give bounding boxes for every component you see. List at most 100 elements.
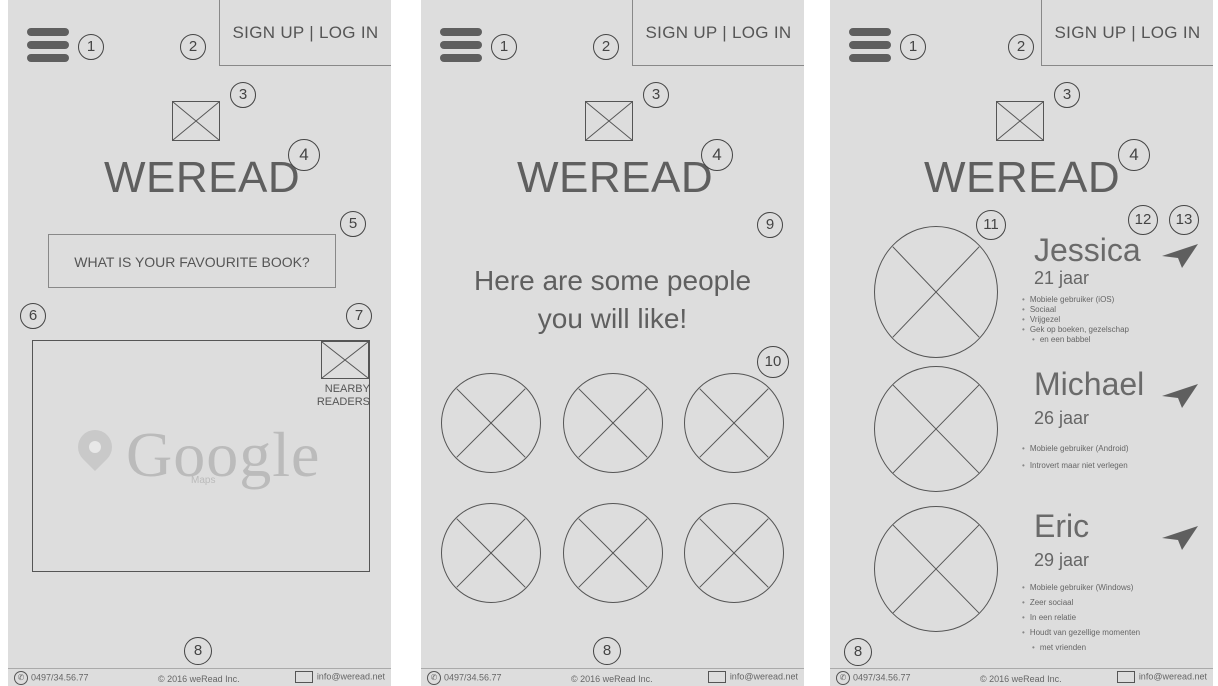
annotation-5: 5	[340, 211, 366, 237]
person-traits: Mobiele gebruiker (Windows) Zeer sociaal…	[1022, 580, 1140, 655]
annotation-2: 2	[593, 34, 619, 60]
annotation-4: 4	[288, 139, 320, 171]
nearby-readers-label[interactable]: NEARBY READERS	[308, 383, 370, 409]
phone-icon: ✆	[427, 671, 441, 685]
person-age: 21 jaar	[1034, 268, 1090, 288]
screen-matches: 1 2 SIGN UP | LOG IN 3 WEREAD 4 11 12 13…	[830, 0, 1213, 686]
profile-avatar-2[interactable]	[563, 373, 663, 473]
signup-login-button[interactable]: SIGN UP | LOG IN	[632, 0, 804, 66]
footer-phone[interactable]: ✆ 0497/34.56.77	[836, 671, 911, 685]
trait-item: en een babbel	[1022, 335, 1129, 345]
annotation-6: 6	[20, 303, 46, 329]
screen-suggestions: 1 2 SIGN UP | LOG IN 3 WEREAD 4 9 Here a…	[421, 0, 804, 686]
person-name[interactable]: Jessica	[1034, 232, 1141, 269]
footer-copyright: © 2016 weRead Inc.	[571, 674, 653, 684]
annotation-4: 4	[701, 139, 733, 171]
trait-item: Mobiele gebruiker (Windows)	[1022, 580, 1140, 595]
phone-icon: ✆	[14, 671, 28, 685]
image-placeholder-icon	[996, 101, 1044, 141]
person-name[interactable]: Michael	[1034, 366, 1144, 403]
annotation-4: 4	[1118, 139, 1150, 171]
footer-phone[interactable]: ✆ 0497/34.56.77	[427, 671, 502, 685]
trait-item: In een relatie	[1022, 610, 1140, 625]
footer: ✆ 0497/34.56.77 © 2016 weRead Inc. info@w…	[8, 668, 391, 686]
annotation-2: 2	[180, 34, 206, 60]
person-traits: Mobiele gebruiker (iOS) Sociaal Vrijgeze…	[1022, 295, 1129, 345]
annotation-3: 3	[230, 82, 256, 108]
trait-item: Mobiele gebruiker (Android)	[1022, 440, 1129, 457]
logo-text: WEREAD	[104, 153, 301, 202]
signup-login-button[interactable]: SIGN UP | LOG IN	[1041, 0, 1213, 66]
send-icon[interactable]	[1162, 384, 1198, 408]
annotation-13: 13	[1169, 205, 1199, 235]
annotation-7: 7	[346, 303, 372, 329]
annotation-10: 10	[757, 346, 789, 378]
nearby-label-line1: NEARBY	[324, 383, 370, 395]
trait-item: met vrienden	[1022, 640, 1140, 655]
footer-phone-text: 0497/34.56.77	[444, 672, 502, 683]
nearby-label-line2: READERS	[316, 396, 370, 408]
profile-avatar-3[interactable]	[684, 373, 784, 473]
footer: ✆ 0497/34.56.77 © 2016 weRead Inc. info@w…	[830, 668, 1213, 686]
profile-avatar-6[interactable]	[684, 503, 784, 603]
image-placeholder-icon	[585, 101, 633, 141]
send-icon[interactable]	[1162, 244, 1198, 268]
person-avatar-eric[interactable]	[874, 506, 998, 632]
footer-phone-text: 0497/34.56.77	[31, 672, 89, 683]
annotation-1: 1	[78, 34, 104, 60]
profile-avatar-4[interactable]	[441, 503, 541, 603]
mail-icon	[294, 671, 313, 683]
annotation-8: 8	[844, 638, 872, 666]
footer-email[interactable]: info@weread.net	[294, 671, 385, 683]
trait-item: Gek op boeken, gezelschap	[1022, 325, 1129, 335]
annotation-1: 1	[491, 34, 517, 60]
annotation-11: 11	[976, 210, 1006, 240]
trait-item: Mobiele gebruiker (iOS)	[1022, 295, 1129, 305]
person-traits: Mobiele gebruiker (Android) Introvert ma…	[1022, 440, 1129, 474]
trait-item: Introvert maar niet verlegen	[1022, 457, 1129, 474]
logo-text: WEREAD	[517, 153, 714, 202]
person-name[interactable]: Eric	[1034, 508, 1089, 545]
map-brand-text: Google	[126, 419, 321, 490]
annotation-3: 3	[643, 82, 669, 108]
footer: ✆ 0497/34.56.77 © 2016 weRead Inc. info@w…	[421, 668, 804, 686]
footer-email[interactable]: info@weread.net	[707, 671, 798, 683]
mail-icon	[1116, 671, 1135, 683]
footer-copyright: © 2016 weRead Inc.	[158, 674, 240, 684]
headline-line2: you will like!	[537, 303, 688, 334]
footer-copyright: © 2016 weRead Inc.	[980, 674, 1062, 684]
image-placeholder-icon	[172, 101, 220, 141]
footer-email-text: info@weread.net	[316, 671, 385, 682]
annotation-9: 9	[757, 212, 783, 238]
trait-item: Zeer sociaal	[1022, 595, 1140, 610]
trait-item: Houdt van gezellige momenten	[1022, 625, 1140, 640]
footer-email[interactable]: info@weread.net	[1116, 671, 1207, 683]
annotation-2: 2	[1008, 34, 1034, 60]
person-avatar-michael[interactable]	[874, 366, 998, 492]
annotation-3: 3	[1054, 82, 1080, 108]
map-sub-text: Maps	[191, 475, 216, 486]
profile-avatar-1[interactable]	[441, 373, 541, 473]
hamburger-menu-icon[interactable]	[27, 28, 69, 62]
footer-email-text: info@weread.net	[1138, 671, 1207, 682]
favourite-book-search-input[interactable]: WHAT IS YOUR FAVOURITE BOOK?	[48, 234, 336, 288]
send-icon[interactable]	[1162, 526, 1198, 550]
suggestions-headline: Here are some people you will like!	[421, 262, 804, 338]
footer-phone[interactable]: ✆ 0497/34.56.77	[14, 671, 89, 685]
person-avatar-jessica[interactable]	[874, 226, 998, 358]
annotation-12: 12	[1128, 205, 1158, 235]
signup-login-button[interactable]: SIGN UP | LOG IN	[219, 0, 391, 66]
logo-text: WEREAD	[924, 153, 1121, 202]
screen-home: 1 2 SIGN UP | LOG IN 3 WEREAD 4 5 WHAT I…	[8, 0, 391, 686]
mail-icon	[707, 671, 726, 683]
hamburger-menu-icon[interactable]	[440, 28, 482, 62]
footer-phone-text: 0497/34.56.77	[853, 672, 911, 683]
headline-line1: Here are some people	[473, 265, 752, 296]
trait-item: Vrijgezel	[1022, 315, 1129, 325]
person-age: 26 jaar	[1034, 408, 1090, 428]
hamburger-menu-icon[interactable]	[849, 28, 891, 62]
annotation-8: 8	[184, 637, 212, 665]
profile-avatar-5[interactable]	[563, 503, 663, 603]
nearby-readers-image-icon[interactable]	[321, 341, 369, 379]
annotation-1: 1	[900, 34, 926, 60]
